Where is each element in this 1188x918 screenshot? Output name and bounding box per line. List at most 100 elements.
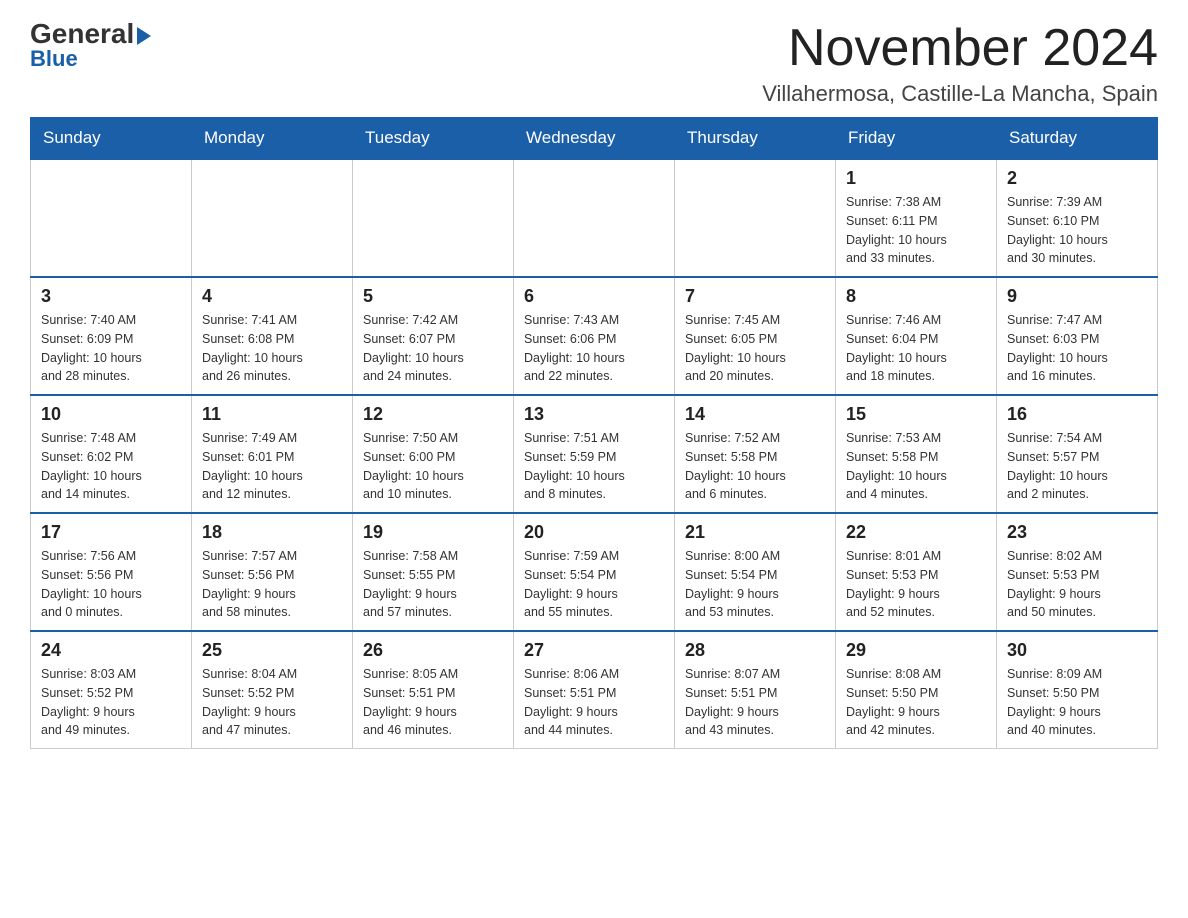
calendar-cell: 18 Sunrise: 7:57 AM Sunset: 5:56 PM Dayli… [192,513,353,631]
day-info: Sunrise: 7:41 AM Sunset: 6:08 PM Dayligh… [202,311,342,386]
calendar-cell: 20 Sunrise: 7:59 AM Sunset: 5:54 PM Dayli… [514,513,675,631]
calendar-header-row: Sunday Monday Tuesday Wednesday Thursday… [31,118,1158,160]
calendar-cell: 9 Sunrise: 7:47 AM Sunset: 6:03 PM Daylig… [997,277,1158,395]
calendar-cell: 8 Sunrise: 7:46 AM Sunset: 6:04 PM Daylig… [836,277,997,395]
day-info: Sunrise: 7:51 AM Sunset: 5:59 PM Dayligh… [524,429,664,504]
calendar-cell: 5Sunrise: 7:42 AM Sunset: 6:07 PM Daylig… [353,277,514,395]
calendar-cell: 13 Sunrise: 7:51 AM Sunset: 5:59 PM Dayli… [514,395,675,513]
day-info: Sunrise: 8:01 AM Sunset: 5:53 PM Dayligh… [846,547,986,622]
calendar-cell: 22 Sunrise: 8:01 AM Sunset: 5:53 PM Dayli… [836,513,997,631]
calendar-cell: 17Sunrise: 7:56 AM Sunset: 5:56 PM Dayli… [31,513,192,631]
page-header: General Blue November 2024 Villahermosa,… [30,20,1158,107]
day-info: Sunrise: 8:05 AM Sunset: 5:51 PM Dayligh… [363,665,503,740]
day-info: Sunrise: 8:00 AM Sunset: 5:54 PM Dayligh… [685,547,825,622]
calendar-cell: 12 Sunrise: 7:50 AM Sunset: 6:00 PM Dayli… [353,395,514,513]
week-row-3: 10 Sunrise: 7:48 AM Sunset: 6:02 PM Dayli… [31,395,1158,513]
day-number: 26 [363,640,503,661]
col-tuesday: Tuesday [353,118,514,160]
calendar-cell: 15 Sunrise: 7:53 AM Sunset: 5:58 PM Dayli… [836,395,997,513]
day-number: 10 [41,404,181,425]
col-friday: Friday [836,118,997,160]
week-row-4: 17Sunrise: 7:56 AM Sunset: 5:56 PM Dayli… [31,513,1158,631]
day-number: 15 [846,404,986,425]
calendar-cell: 26 Sunrise: 8:05 AM Sunset: 5:51 PM Dayli… [353,631,514,749]
calendar-cell: 6 Sunrise: 7:43 AM Sunset: 6:06 PM Daylig… [514,277,675,395]
calendar-table: Sunday Monday Tuesday Wednesday Thursday… [30,117,1158,749]
logo: General Blue [30,20,151,72]
calendar-cell: 16 Sunrise: 7:54 AM Sunset: 5:57 PM Dayli… [997,395,1158,513]
calendar-cell: 23Sunrise: 8:02 AM Sunset: 5:53 PM Dayli… [997,513,1158,631]
day-number: 8 [846,286,986,307]
day-info: Sunrise: 7:45 AM Sunset: 6:05 PM Dayligh… [685,311,825,386]
calendar-cell [353,159,514,277]
day-info: Sunrise: 7:48 AM Sunset: 6:02 PM Dayligh… [41,429,181,504]
calendar-cell: 27 Sunrise: 8:06 AM Sunset: 5:51 PM Dayli… [514,631,675,749]
day-number: 13 [524,404,664,425]
month-title: November 2024 [762,20,1158,77]
day-number: 14 [685,404,825,425]
day-number: 18 [202,522,342,543]
calendar-cell: 25Sunrise: 8:04 AM Sunset: 5:52 PM Dayli… [192,631,353,749]
day-info: Sunrise: 8:06 AM Sunset: 5:51 PM Dayligh… [524,665,664,740]
day-info: Sunrise: 7:43 AM Sunset: 6:06 PM Dayligh… [524,311,664,386]
day-info: Sunrise: 7:59 AM Sunset: 5:54 PM Dayligh… [524,547,664,622]
day-number: 19 [363,522,503,543]
day-number: 22 [846,522,986,543]
calendar-cell [192,159,353,277]
day-info: Sunrise: 7:46 AM Sunset: 6:04 PM Dayligh… [846,311,986,386]
day-number: 6 [524,286,664,307]
calendar-cell: 4 Sunrise: 7:41 AM Sunset: 6:08 PM Daylig… [192,277,353,395]
day-number: 3 [41,286,181,307]
calendar-cell: 19 Sunrise: 7:58 AM Sunset: 5:55 PM Dayli… [353,513,514,631]
day-info: Sunrise: 7:40 AM Sunset: 6:09 PM Dayligh… [41,311,181,386]
calendar-cell [675,159,836,277]
calendar-cell: 11 Sunrise: 7:49 AM Sunset: 6:01 PM Dayli… [192,395,353,513]
day-info: Sunrise: 8:03 AM Sunset: 5:52 PM Dayligh… [41,665,181,740]
day-number: 11 [202,404,342,425]
calendar-cell [514,159,675,277]
calendar-cell [31,159,192,277]
day-info: Sunrise: 7:54 AM Sunset: 5:57 PM Dayligh… [1007,429,1147,504]
day-number: 20 [524,522,664,543]
day-number: 9 [1007,286,1147,307]
day-info: Sunrise: 8:07 AM Sunset: 5:51 PM Dayligh… [685,665,825,740]
day-number: 17 [41,522,181,543]
calendar-cell: 21Sunrise: 8:00 AM Sunset: 5:54 PM Dayli… [675,513,836,631]
day-number: 24 [41,640,181,661]
day-number: 28 [685,640,825,661]
day-number: 1 [846,168,986,189]
col-monday: Monday [192,118,353,160]
day-number: 16 [1007,404,1147,425]
day-info: Sunrise: 7:58 AM Sunset: 5:55 PM Dayligh… [363,547,503,622]
day-number: 7 [685,286,825,307]
calendar-cell: 29 Sunrise: 8:08 AM Sunset: 5:50 PM Dayli… [836,631,997,749]
day-number: 2 [1007,168,1147,189]
day-info: Sunrise: 7:53 AM Sunset: 5:58 PM Dayligh… [846,429,986,504]
day-info: Sunrise: 7:39 AM Sunset: 6:10 PM Dayligh… [1007,193,1147,268]
logo-blue: Blue [30,46,78,72]
day-number: 27 [524,640,664,661]
day-number: 12 [363,404,503,425]
day-number: 29 [846,640,986,661]
calendar-cell: 28 Sunrise: 8:07 AM Sunset: 5:51 PM Dayli… [675,631,836,749]
calendar-cell: 10 Sunrise: 7:48 AM Sunset: 6:02 PM Dayli… [31,395,192,513]
day-info: Sunrise: 7:52 AM Sunset: 5:58 PM Dayligh… [685,429,825,504]
calendar-cell: 3 Sunrise: 7:40 AM Sunset: 6:09 PM Daylig… [31,277,192,395]
calendar-cell: 1 Sunrise: 7:38 AM Sunset: 6:11 PM Daylig… [836,159,997,277]
day-info: Sunrise: 8:09 AM Sunset: 5:50 PM Dayligh… [1007,665,1147,740]
day-number: 4 [202,286,342,307]
day-info: Sunrise: 7:47 AM Sunset: 6:03 PM Dayligh… [1007,311,1147,386]
day-info: Sunrise: 7:50 AM Sunset: 6:00 PM Dayligh… [363,429,503,504]
day-info: Sunrise: 7:38 AM Sunset: 6:11 PM Dayligh… [846,193,986,268]
day-info: Sunrise: 7:57 AM Sunset: 5:56 PM Dayligh… [202,547,342,622]
day-info: Sunrise: 7:49 AM Sunset: 6:01 PM Dayligh… [202,429,342,504]
day-number: 30 [1007,640,1147,661]
logo-general: General [30,20,151,48]
day-info: Sunrise: 8:02 AM Sunset: 5:53 PM Dayligh… [1007,547,1147,622]
day-info: Sunrise: 8:04 AM Sunset: 5:52 PM Dayligh… [202,665,342,740]
day-info: Sunrise: 8:08 AM Sunset: 5:50 PM Dayligh… [846,665,986,740]
calendar-cell: 14 Sunrise: 7:52 AM Sunset: 5:58 PM Dayli… [675,395,836,513]
location-subtitle: Villahermosa, Castille-La Mancha, Spain [762,81,1158,107]
day-number: 5 [363,286,503,307]
calendar-cell: 30 Sunrise: 8:09 AM Sunset: 5:50 PM Dayli… [997,631,1158,749]
